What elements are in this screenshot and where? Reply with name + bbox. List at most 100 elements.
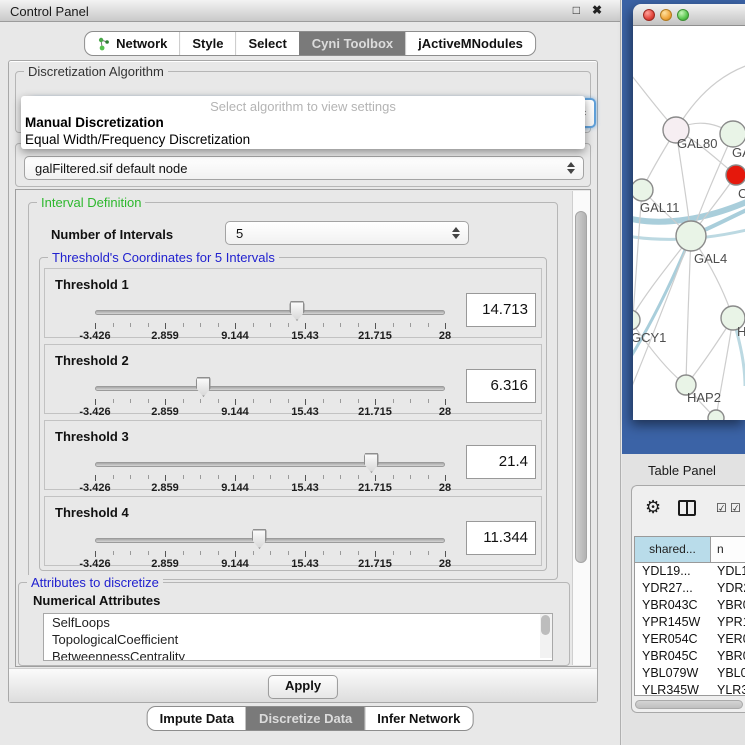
control-panel-tabbar: Network Style Select Cyni Toolbox jActiv… [84, 31, 536, 56]
slider-tick [253, 475, 254, 479]
table-row[interactable]: YLR345WYLR3 [635, 682, 745, 696]
slider-tick [445, 475, 446, 481]
tab-discretize-data[interactable]: Discretize Data [246, 707, 364, 730]
column-header-name[interactable]: n [711, 537, 745, 562]
checkbox-icon[interactable]: ☑ [730, 502, 741, 514]
network-node[interactable] [633, 310, 640, 330]
network-node[interactable] [726, 165, 745, 185]
slider-track[interactable] [95, 386, 445, 391]
slider-tick [148, 551, 149, 555]
network-node[interactable] [633, 179, 653, 201]
algorithm-option-equal-width-frequency[interactable]: Equal Width/Frequency Discretization [21, 131, 585, 148]
threshold-4-value-field[interactable]: 11.344 [466, 521, 536, 555]
threshold-3-slider[interactable]: -3.4262.8599.14415.4321.71528 [95, 451, 445, 489]
tab-cyni-toolbox[interactable]: Cyni Toolbox [299, 32, 405, 55]
attributes-list-scrollbar[interactable] [540, 614, 552, 658]
tab-impute-data[interactable]: Impute Data [148, 707, 246, 730]
slider-track[interactable] [95, 310, 445, 315]
table-horizontal-scrollbar[interactable] [635, 700, 743, 709]
table-header-row: shared... n [635, 537, 745, 563]
slider-tick [340, 399, 341, 403]
table-row[interactable]: YDR27...YDR2 [635, 580, 745, 597]
table-cell[interactable]: YBL079W [635, 665, 711, 682]
mac-close-icon[interactable] [643, 9, 655, 21]
table-row[interactable]: YER054CYER0 [635, 631, 745, 648]
table-row[interactable]: YBR045CYBR0 [635, 648, 745, 665]
table-data-combobox[interactable]: galFiltered.sif default node [24, 156, 584, 180]
attribute-list-item[interactable]: SelfLoops [44, 614, 552, 631]
table-cell[interactable]: YLR3 [711, 682, 745, 696]
tab-infer-network[interactable]: Infer Network [364, 707, 472, 730]
threshold-4-slider[interactable]: -3.4262.8599.14415.4321.71528 [95, 527, 445, 565]
table-cell[interactable]: YBR0 [711, 597, 745, 614]
table-columns-icon[interactable] [678, 500, 696, 516]
slider-handle[interactable] [364, 453, 379, 473]
table-cell[interactable]: YBR043C [635, 597, 711, 614]
apply-button[interactable]: Apply [268, 675, 338, 699]
table-cell[interactable]: YER0 [711, 631, 745, 648]
slider-track[interactable] [95, 538, 445, 543]
tab-select[interactable]: Select [235, 32, 298, 55]
number-of-intervals-combobox[interactable]: 5 [225, 221, 469, 245]
slider-tick [200, 399, 201, 403]
checkbox-icon[interactable]: ☑ [716, 502, 727, 514]
threshold-1-slider[interactable]: -3.4262.8599.14415.4321.71528 [95, 299, 445, 337]
scrollbar-thumb[interactable] [635, 700, 743, 709]
scrollbar-thumb[interactable] [541, 615, 550, 635]
table-cell[interactable]: YDL19... [635, 563, 711, 580]
network-canvas[interactable]: GAL80GACGAL11GAL4GCY1HHAP2 [633, 26, 745, 420]
table-cell[interactable]: YDR2 [711, 580, 745, 597]
settings-vertical-scrollbar[interactable] [572, 191, 590, 665]
slider-tick [165, 475, 166, 481]
tab-network[interactable]: Network [85, 32, 179, 55]
threshold-2-value-field[interactable]: 6.316 [466, 369, 536, 403]
slider-track[interactable] [95, 462, 445, 467]
table-cell[interactable]: YBR045C [635, 648, 711, 665]
slider-handle[interactable] [290, 301, 305, 321]
float-window-icon[interactable]: □ [573, 3, 580, 17]
table-cell[interactable]: YLR345W [635, 682, 711, 696]
attributes-group-title: Attributes to discretize [27, 575, 163, 590]
attribute-list-item[interactable]: BetweennessCentrality [44, 648, 552, 661]
mac-minimize-icon[interactable] [660, 9, 672, 21]
table-panel-toolbar: ⚙ ☑ ☑ [632, 494, 745, 528]
threshold-1-value-field[interactable]: 14.713 [466, 293, 536, 327]
slider-tick [95, 399, 96, 405]
slider-ruler: -3.4262.8599.14415.4321.71528 [95, 323, 445, 341]
table-cell[interactable]: YPR145W [635, 614, 711, 631]
table-cell[interactable]: YDR27... [635, 580, 711, 597]
numerical-attributes-list[interactable]: SelfLoopsTopologicalCoefficientBetweenne… [43, 613, 553, 661]
slider-handle[interactable] [252, 529, 267, 549]
algorithm-option-manual-discretization[interactable]: Manual Discretization [21, 114, 585, 131]
tab-style[interactable]: Style [179, 32, 235, 55]
slider-tick [288, 551, 289, 555]
table-cell[interactable]: YPR1 [711, 614, 745, 631]
table-cell[interactable]: YBR0 [711, 648, 745, 665]
threshold-3-value-field[interactable]: 21.4 [466, 445, 536, 479]
cyni-toolbox-panel: Discretization Algorithm Select algorith… [8, 60, 598, 703]
network-node[interactable] [676, 221, 706, 251]
table-cell[interactable]: YBL0 [711, 665, 745, 682]
slider-tick [445, 323, 446, 329]
slider-tick-label: 2.859 [151, 330, 179, 342]
table-row[interactable]: YPR145WYPR1 [635, 614, 745, 631]
network-node[interactable] [708, 410, 724, 420]
tab-jactivemnodules[interactable]: jActiveMNodules [405, 32, 535, 55]
table-cell[interactable]: YER054C [635, 631, 711, 648]
cyni-bottom-tabbar: Impute Data Discretize Data Infer Networ… [147, 706, 474, 731]
gear-icon[interactable]: ⚙ [645, 498, 661, 516]
network-node[interactable] [720, 121, 745, 147]
table-cell[interactable]: YDL1 [711, 563, 745, 580]
mac-zoom-icon[interactable] [677, 9, 689, 21]
slider-handle[interactable] [196, 377, 211, 397]
threshold-2-slider[interactable]: -3.4262.8599.14415.4321.71528 [95, 375, 445, 413]
scrollbar-thumb[interactable] [575, 211, 587, 563]
slider-tick-label: 21.715 [358, 330, 392, 342]
attribute-list-item[interactable]: TopologicalCoefficient [44, 631, 552, 648]
close-icon[interactable]: ✖ [592, 3, 602, 17]
table-row[interactable]: YDL19...YDL1 [635, 563, 745, 580]
table-row[interactable]: YBL079WYBL0 [635, 665, 745, 682]
threshold-4-label: Threshold 4 [55, 505, 129, 520]
column-header-shared-name[interactable]: shared... [635, 537, 711, 562]
table-row[interactable]: YBR043CYBR0 [635, 597, 745, 614]
